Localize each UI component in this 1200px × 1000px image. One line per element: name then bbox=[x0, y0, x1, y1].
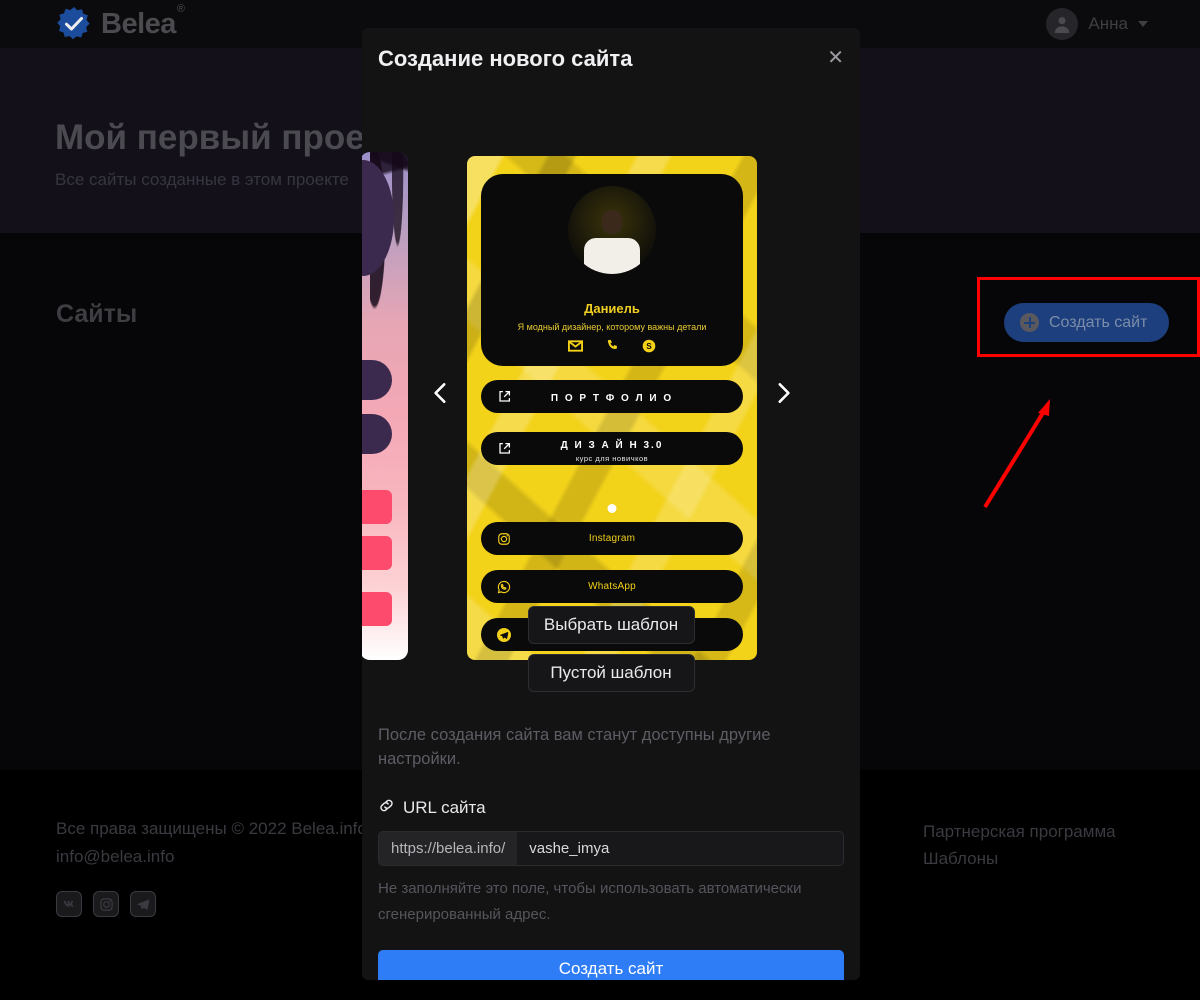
link-chain-icon bbox=[378, 797, 395, 819]
carousel-indicator-dot[interactable] bbox=[607, 504, 617, 513]
choose-template-button[interactable]: Выбрать шаблон bbox=[527, 606, 695, 644]
whatsapp-icon bbox=[481, 580, 527, 594]
url-input-group: https://belea.info/ bbox=[378, 831, 844, 866]
user-avatar-icon bbox=[1046, 8, 1079, 40]
url-input[interactable] bbox=[517, 832, 843, 865]
modal-note: После создания сайта вам станут доступны… bbox=[378, 726, 771, 768]
modal-title: Создание нового сайта bbox=[378, 46, 633, 71]
footer-link-templates[interactable]: Шаблоны bbox=[923, 845, 1116, 872]
phone-icon[interactable] bbox=[606, 339, 619, 358]
template-carousel: Даниель Я модный дизайнер, которому важн… bbox=[362, 90, 860, 660]
create-site-modal: Создание нового сайта ✕ Даниель Я модный… bbox=[362, 28, 860, 980]
carousel-next-button[interactable] bbox=[770, 380, 796, 406]
template-link-design[interactable]: Д И З А Й Н 3.0 курс для новичков bbox=[481, 432, 743, 465]
modal-header: Создание нового сайта ✕ bbox=[362, 28, 860, 90]
page-title: Мой первый проект bbox=[55, 118, 400, 157]
brand-logo[interactable]: Belea® bbox=[55, 2, 185, 43]
footer-social-links bbox=[56, 891, 367, 917]
external-link-icon bbox=[481, 390, 527, 403]
footer-left-column: Все права защищены © 2022 Belea.info inf… bbox=[56, 815, 367, 917]
template-social-label: WhatsApp bbox=[588, 581, 636, 592]
verified-badge-icon bbox=[55, 5, 93, 43]
vk-icon[interactable] bbox=[56, 891, 82, 917]
brand-trademark: ® bbox=[176, 2, 185, 15]
modal-body: После создания сайта вам станут доступны… bbox=[378, 723, 844, 980]
chevron-down-icon bbox=[1138, 21, 1148, 27]
template-contact-icons: S bbox=[481, 339, 743, 358]
blank-template-button[interactable]: Пустой шаблон bbox=[527, 654, 695, 692]
url-field-label: URL сайта bbox=[378, 797, 844, 819]
url-label-text: URL сайта bbox=[403, 798, 486, 817]
footer-email[interactable]: info@belea.info bbox=[56, 843, 367, 871]
footer-link-partner[interactable]: Партнерская программа bbox=[923, 818, 1116, 845]
create-site-button-label: Создать сайт bbox=[1049, 313, 1148, 331]
url-prefix-addon: https://belea.info/ bbox=[379, 832, 518, 865]
footer-copyright: Все права защищены © 2022 Belea.info bbox=[56, 819, 367, 838]
template-link-subtitle: курс для новичков bbox=[575, 453, 649, 463]
template-tagline: Я модный дизайнер, которому важны детали bbox=[517, 322, 707, 332]
skype-icon[interactable]: S bbox=[642, 339, 656, 358]
template-link-title: П О Р Т Ф О Л И О bbox=[550, 392, 674, 404]
telegram-icon[interactable] bbox=[130, 891, 156, 917]
envelope-icon[interactable] bbox=[568, 339, 583, 358]
template-person-name: Даниель bbox=[584, 301, 640, 316]
external-link-icon bbox=[481, 442, 527, 455]
template-link-portfolio[interactable]: П О Р Т Ф О Л И О bbox=[481, 380, 743, 413]
submit-create-site-button[interactable]: Создать сайт bbox=[378, 950, 844, 980]
template-social-whatsapp[interactable]: WhatsApp bbox=[481, 570, 743, 603]
page-subtitle: Все сайты созданные в этом проекте bbox=[55, 170, 349, 189]
create-site-button[interactable]: Создать сайт bbox=[1004, 303, 1170, 342]
template-avatar bbox=[568, 186, 656, 274]
url-input-hint: Не заполняйте это поле, чтобы использова… bbox=[378, 880, 802, 923]
user-menu[interactable]: Анна bbox=[1046, 8, 1148, 40]
carousel-prev-button[interactable] bbox=[428, 380, 454, 406]
template-social-label: Instagram bbox=[588, 533, 636, 544]
close-icon[interactable]: ✕ bbox=[827, 48, 844, 68]
user-name: Анна bbox=[1088, 14, 1128, 33]
instagram-icon[interactable] bbox=[93, 891, 119, 917]
plus-circle-icon bbox=[1020, 313, 1039, 332]
svg-text:S: S bbox=[646, 341, 652, 351]
brand-name: Belea® bbox=[101, 2, 185, 40]
template-social-instagram[interactable]: Instagram bbox=[481, 522, 743, 555]
template-link-title: Д И З А Й Н 3.0 bbox=[560, 439, 664, 451]
carousel-slide-current[interactable]: Даниель Я модный дизайнер, которому важн… bbox=[467, 156, 757, 660]
footer-right-column: Партнерская программа Шаблоны bbox=[923, 818, 1116, 872]
carousel-slide-previous[interactable] bbox=[362, 152, 408, 660]
instagram-icon bbox=[481, 532, 527, 546]
app-root: Belea® Анна Мой первый проект Все сайты … bbox=[0, 0, 1200, 1000]
template-profile-card: Даниель Я модный дизайнер, которому важн… bbox=[481, 174, 743, 366]
template-choice-buttons: Выбрать шаблон Пустой шаблон bbox=[362, 606, 860, 702]
sites-section-title: Сайты bbox=[56, 300, 138, 328]
